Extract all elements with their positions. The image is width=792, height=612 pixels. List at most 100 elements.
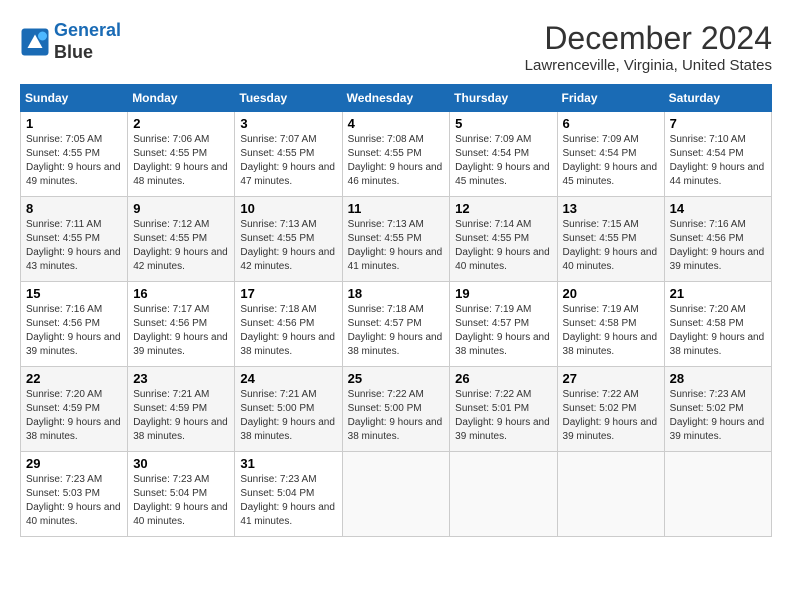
calendar-day-cell: 20Sunrise: 7:19 AMSunset: 4:58 PMDayligh…	[557, 282, 664, 367]
day-number: 31	[240, 456, 336, 471]
day-info: Sunrise: 7:22 AMSunset: 5:02 PMDaylight:…	[563, 388, 659, 444]
day-number: 17	[240, 286, 336, 301]
day-number: 10	[240, 201, 336, 216]
calendar-day-cell: 6 Sunrise: 7:09 AMSunset: 4:54 PMDaylight…	[557, 112, 664, 197]
day-number: 9	[133, 201, 229, 216]
calendar-day-cell: 7 Sunrise: 7:10 AMSunset: 4:54 PMDaylight…	[664, 112, 771, 197]
day-number: 13	[563, 201, 659, 216]
day-number: 27	[563, 371, 659, 386]
calendar-day-cell: 4Sunrise: 7:08 AMSunset: 4:55 PMDaylight…	[342, 112, 450, 197]
day-number: 25	[348, 371, 445, 386]
calendar-day-header: Thursday	[450, 85, 557, 112]
day-info: Sunrise: 7:18 AMSunset: 4:57 PMDaylight:…	[348, 303, 445, 359]
logo-icon	[20, 27, 50, 57]
calendar-day-cell	[450, 452, 557, 537]
calendar-day-header: Tuesday	[235, 85, 342, 112]
calendar-day-cell: 14 Sunrise: 7:16 AMSunset: 4:56 PMDayligh…	[664, 197, 771, 282]
day-number: 22	[26, 371, 122, 386]
day-info: Sunrise: 7:09 AMSunset: 4:54 PMDaylight:…	[563, 133, 659, 189]
day-info: Sunrise: 7:23 AMSunset: 5:04 PMDaylight:…	[133, 473, 229, 529]
calendar-day-cell: 24 Sunrise: 7:21 AMSunset: 5:00 PMDayligh…	[235, 367, 342, 452]
calendar-week-row: 22 Sunrise: 7:20 AMSunset: 4:59 PMDayligh…	[21, 367, 772, 452]
calendar-day-cell: 10 Sunrise: 7:13 AMSunset: 4:55 PMDayligh…	[235, 197, 342, 282]
day-number: 1	[26, 116, 122, 131]
calendar-day-cell: 8 Sunrise: 7:11 AMSunset: 4:55 PMDaylight…	[21, 197, 128, 282]
calendar-table: SundayMondayTuesdayWednesdayThursdayFrid…	[20, 84, 772, 537]
day-info: Sunrise: 7:14 AMSunset: 4:55 PMDaylight:…	[455, 218, 551, 274]
day-info: Sunrise: 7:12 AMSunset: 4:55 PMDaylight:…	[133, 218, 229, 274]
day-number: 5	[455, 116, 551, 131]
day-info: Sunrise: 7:23 AMSunset: 5:03 PMDaylight:…	[26, 473, 122, 529]
day-number: 20	[563, 286, 659, 301]
day-number: 18	[348, 286, 445, 301]
day-number: 23	[133, 371, 229, 386]
calendar-day-cell: 17 Sunrise: 7:18 AMSunset: 4:56 PMDayligh…	[235, 282, 342, 367]
day-info: Sunrise: 7:16 AMSunset: 4:56 PMDaylight:…	[26, 303, 122, 359]
day-info: Sunrise: 7:16 AMSunset: 4:56 PMDaylight:…	[670, 218, 766, 274]
day-number: 11	[348, 201, 445, 216]
calendar-day-cell: 13 Sunrise: 7:15 AMSunset: 4:55 PMDayligh…	[557, 197, 664, 282]
calendar-body: 1Sunrise: 7:05 AMSunset: 4:55 PMDaylight…	[21, 112, 772, 537]
calendar-day-cell: 19 Sunrise: 7:19 AMSunset: 4:57 PMDayligh…	[450, 282, 557, 367]
calendar-header-row: SundayMondayTuesdayWednesdayThursdayFrid…	[21, 85, 772, 112]
day-number: 3	[240, 116, 336, 131]
calendar-day-cell: 25 Sunrise: 7:22 AMSunset: 5:00 PMDayligh…	[342, 367, 450, 452]
calendar-day-header: Monday	[128, 85, 235, 112]
calendar-day-header: Wednesday	[342, 85, 450, 112]
day-info: Sunrise: 7:22 AMSunset: 5:01 PMDaylight:…	[455, 388, 551, 444]
title-section: December 2024 Lawrenceville, Virginia, U…	[525, 20, 772, 74]
day-info: Sunrise: 7:13 AMSunset: 4:55 PMDaylight:…	[240, 218, 336, 274]
calendar-day-cell: 18 Sunrise: 7:18 AMSunset: 4:57 PMDayligh…	[342, 282, 450, 367]
day-info: Sunrise: 7:07 AMSunset: 4:55 PMDaylight:…	[240, 133, 336, 189]
day-info: Sunrise: 7:23 AMSunset: 5:02 PMDaylight:…	[670, 388, 766, 444]
day-number: 14	[670, 201, 766, 216]
page-header: General Blue December 2024 Lawrenceville…	[20, 20, 772, 74]
calendar-day-cell: 3 Sunrise: 7:07 AMSunset: 4:55 PMDaylight…	[235, 112, 342, 197]
calendar-day-cell: 9 Sunrise: 7:12 AMSunset: 4:55 PMDaylight…	[128, 197, 235, 282]
day-info: Sunrise: 7:20 AMSunset: 4:58 PMDaylight:…	[670, 303, 766, 359]
day-number: 8	[26, 201, 122, 216]
calendar-day-cell: 23Sunrise: 7:21 AMSunset: 4:59 PMDayligh…	[128, 367, 235, 452]
day-info: Sunrise: 7:17 AMSunset: 4:56 PMDaylight:…	[133, 303, 229, 359]
day-number: 2	[133, 116, 229, 131]
day-number: 19	[455, 286, 551, 301]
day-number: 12	[455, 201, 551, 216]
day-info: Sunrise: 7:18 AMSunset: 4:56 PMDaylight:…	[240, 303, 336, 359]
calendar-day-cell	[557, 452, 664, 537]
calendar-day-cell: 21Sunrise: 7:20 AMSunset: 4:58 PMDayligh…	[664, 282, 771, 367]
day-info: Sunrise: 7:20 AMSunset: 4:59 PMDaylight:…	[26, 388, 122, 444]
day-info: Sunrise: 7:15 AMSunset: 4:55 PMDaylight:…	[563, 218, 659, 274]
calendar-week-row: 1Sunrise: 7:05 AMSunset: 4:55 PMDaylight…	[21, 112, 772, 197]
day-number: 28	[670, 371, 766, 386]
calendar-day-cell: 29Sunrise: 7:23 AMSunset: 5:03 PMDayligh…	[21, 452, 128, 537]
month-title: December 2024	[525, 20, 772, 57]
calendar-day-header: Saturday	[664, 85, 771, 112]
calendar-day-cell: 5Sunrise: 7:09 AMSunset: 4:54 PMDaylight…	[450, 112, 557, 197]
day-info: Sunrise: 7:10 AMSunset: 4:54 PMDaylight:…	[670, 133, 766, 189]
calendar-day-cell: 30Sunrise: 7:23 AMSunset: 5:04 PMDayligh…	[128, 452, 235, 537]
calendar-day-header: Friday	[557, 85, 664, 112]
calendar-week-row: 15Sunrise: 7:16 AMSunset: 4:56 PMDayligh…	[21, 282, 772, 367]
day-info: Sunrise: 7:21 AMSunset: 5:00 PMDaylight:…	[240, 388, 336, 444]
location: Lawrenceville, Virginia, United States	[525, 57, 772, 74]
day-info: Sunrise: 7:23 AMSunset: 5:04 PMDaylight:…	[240, 473, 336, 529]
calendar-day-cell: 12 Sunrise: 7:14 AMSunset: 4:55 PMDayligh…	[450, 197, 557, 282]
day-info: Sunrise: 7:22 AMSunset: 5:00 PMDaylight:…	[348, 388, 445, 444]
calendar-day-cell	[664, 452, 771, 537]
day-info: Sunrise: 7:19 AMSunset: 4:57 PMDaylight:…	[455, 303, 551, 359]
calendar-day-cell: 27 Sunrise: 7:22 AMSunset: 5:02 PMDayligh…	[557, 367, 664, 452]
calendar-day-cell: 26Sunrise: 7:22 AMSunset: 5:01 PMDayligh…	[450, 367, 557, 452]
calendar-day-cell: 11Sunrise: 7:13 AMSunset: 4:55 PMDayligh…	[342, 197, 450, 282]
logo: General Blue	[20, 20, 121, 63]
calendar-week-row: 29Sunrise: 7:23 AMSunset: 5:03 PMDayligh…	[21, 452, 772, 537]
calendar-day-cell: 15Sunrise: 7:16 AMSunset: 4:56 PMDayligh…	[21, 282, 128, 367]
calendar-day-header: Sunday	[21, 85, 128, 112]
day-number: 24	[240, 371, 336, 386]
day-number: 6	[563, 116, 659, 131]
calendar-day-cell: 2Sunrise: 7:06 AMSunset: 4:55 PMDaylight…	[128, 112, 235, 197]
day-info: Sunrise: 7:11 AMSunset: 4:55 PMDaylight:…	[26, 218, 122, 274]
calendar-day-cell: 1Sunrise: 7:05 AMSunset: 4:55 PMDaylight…	[21, 112, 128, 197]
day-number: 7	[670, 116, 766, 131]
day-info: Sunrise: 7:08 AMSunset: 4:55 PMDaylight:…	[348, 133, 445, 189]
calendar-day-cell: 22 Sunrise: 7:20 AMSunset: 4:59 PMDayligh…	[21, 367, 128, 452]
